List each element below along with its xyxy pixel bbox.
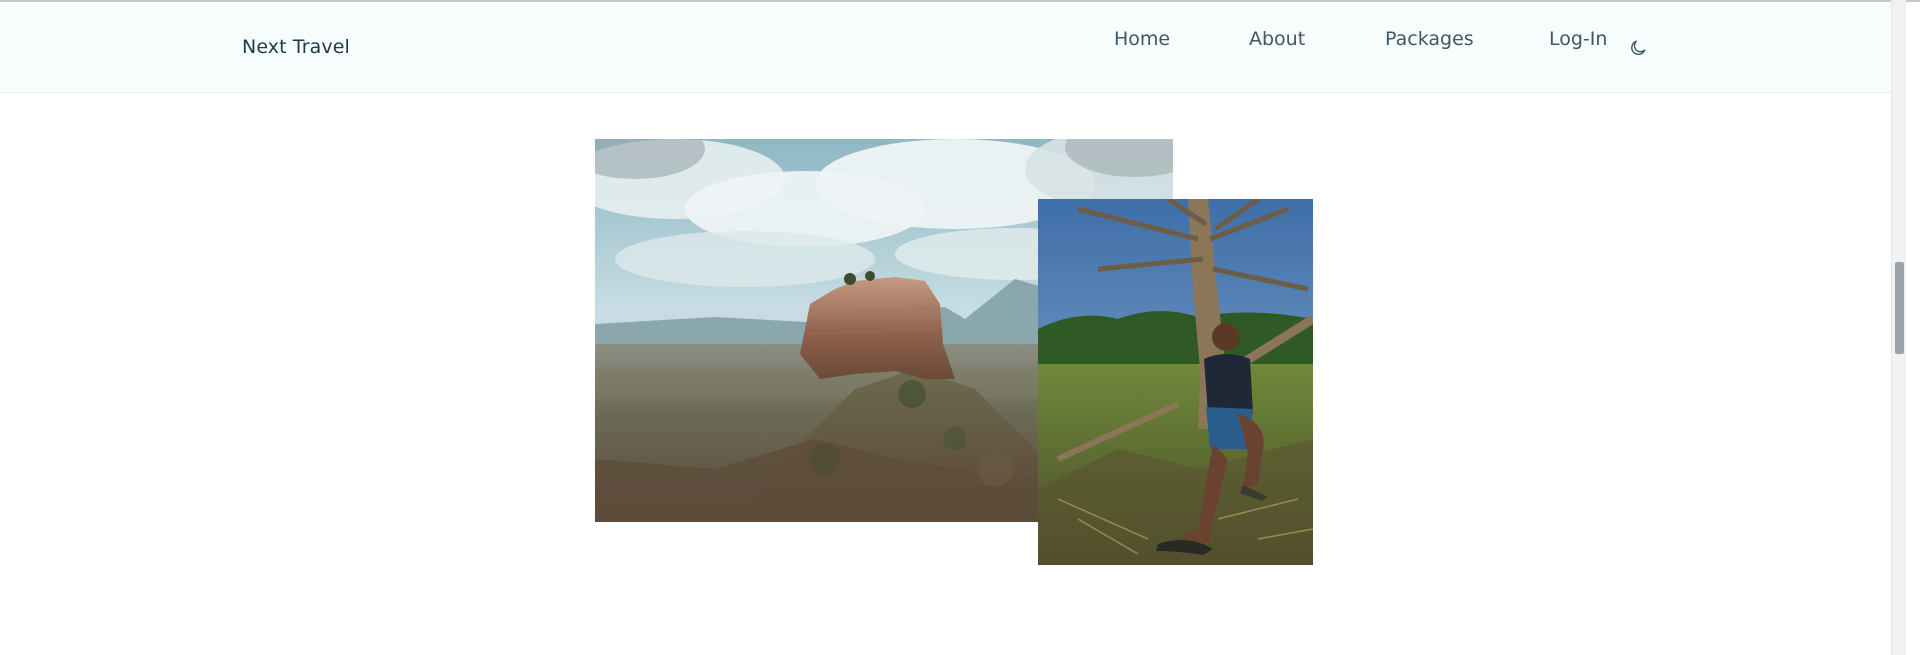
nav-packages[interactable]: Packages [1385,28,1474,50]
brand-logo[interactable]: Next Travel [242,36,350,58]
scrollbar-thumb[interactable] [1895,262,1904,354]
moon-icon[interactable] [1628,38,1648,58]
nav-about[interactable]: About [1249,28,1305,50]
scrollbar[interactable] [1891,0,1906,655]
nav-login[interactable]: Log-In [1549,28,1607,50]
nav-home[interactable]: Home [1114,28,1170,50]
page: Next Travel Home About Packages Log-In [0,0,1920,655]
site-header: Next Travel Home About Packages Log-In [0,2,1906,93]
person-under-tree-photo [1038,199,1313,565]
